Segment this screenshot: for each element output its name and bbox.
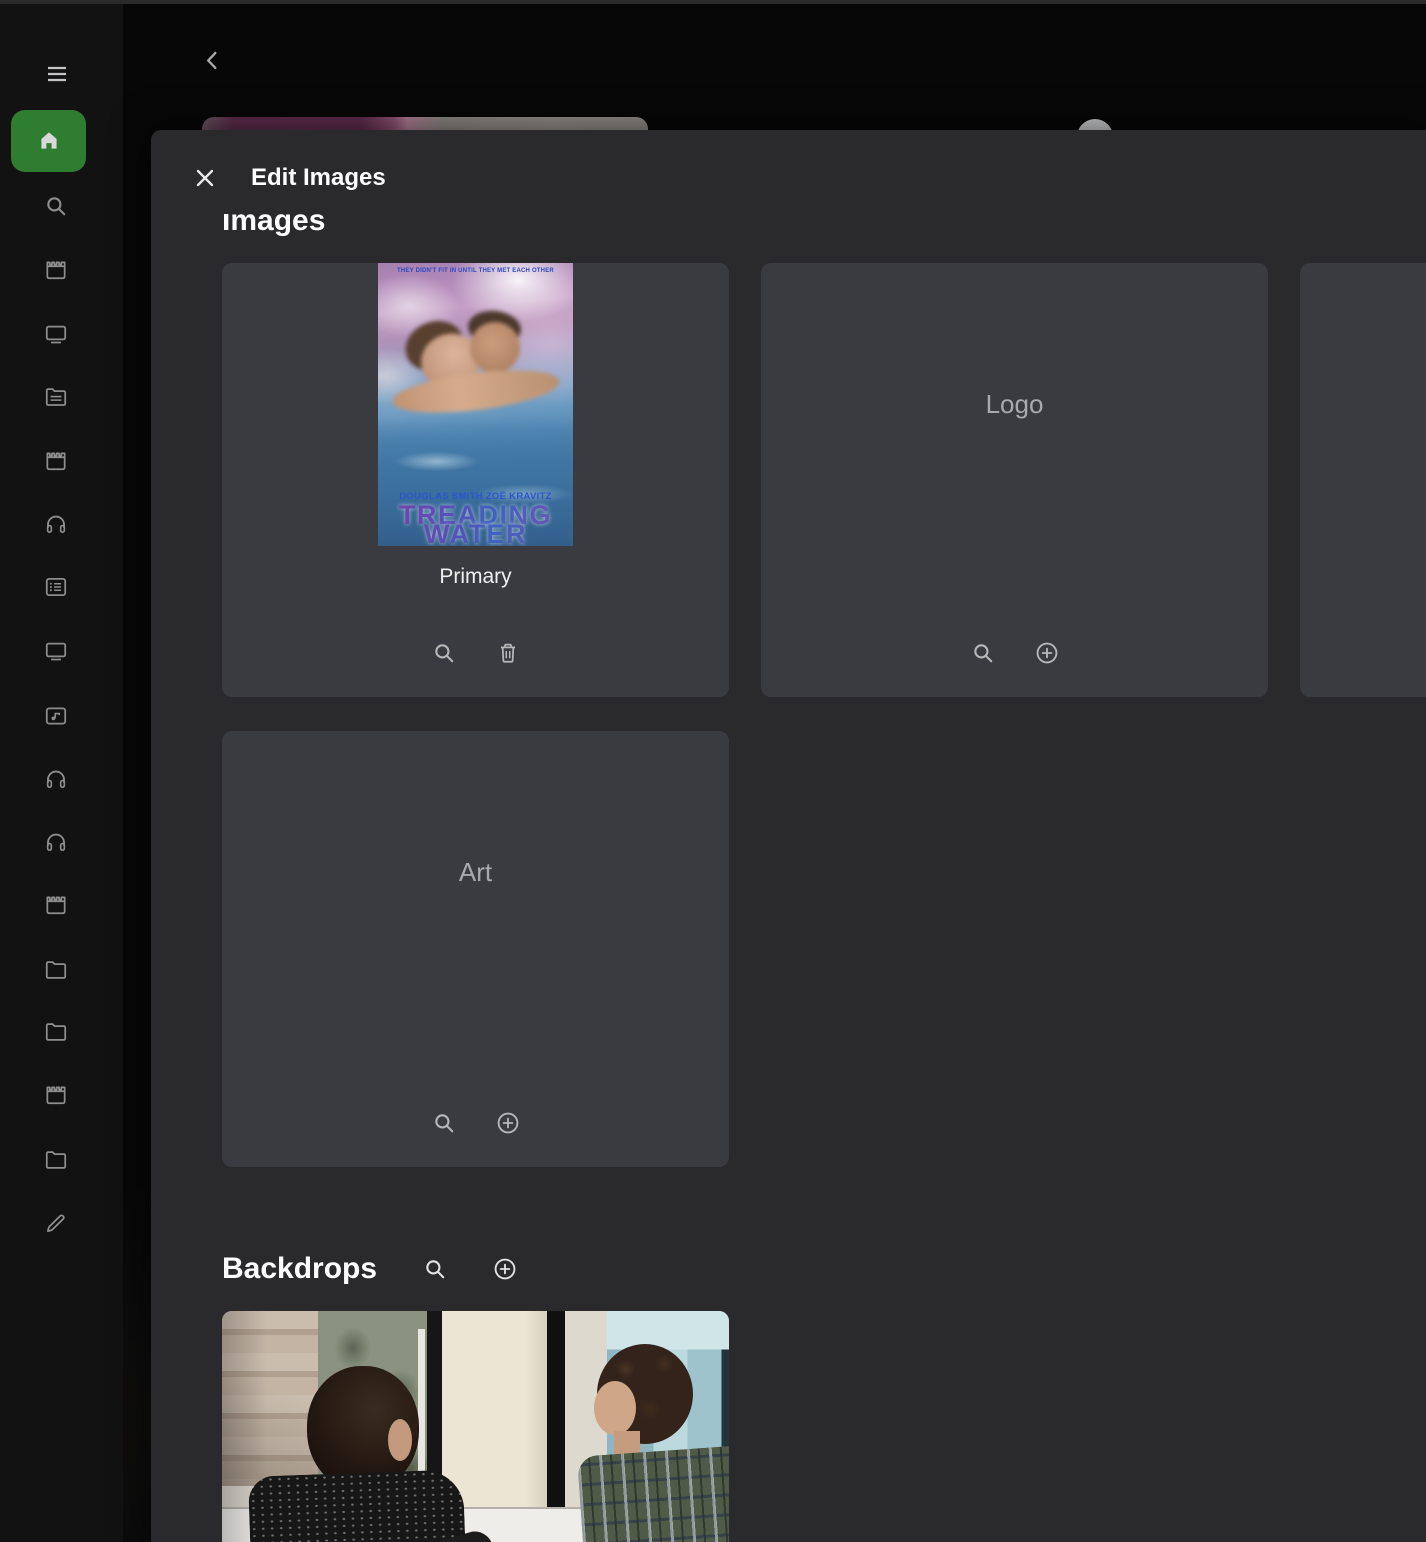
- search-icon: [431, 640, 457, 666]
- playlist-list-icon: [43, 574, 69, 600]
- search-icon: [422, 1256, 448, 1282]
- backdrop-image: [222, 1311, 729, 1542]
- close-icon: [193, 166, 217, 190]
- add-logo-image-button[interactable]: [1033, 639, 1061, 667]
- sidebar-item-tv-2[interactable]: [43, 638, 69, 664]
- primary-card-actions: [222, 639, 729, 667]
- sidebar-item-playlists[interactable]: [43, 574, 69, 600]
- headphones-icon: [43, 511, 69, 537]
- sidebar-item-folder-1[interactable]: [43, 957, 69, 983]
- sidebar-item-music-videos[interactable]: [43, 703, 69, 729]
- sidebar-item-metadata-editor[interactable]: [43, 1210, 69, 1236]
- plus-circle-icon: [495, 1110, 521, 1136]
- search-primary-image-button[interactable]: [430, 639, 458, 667]
- art-placeholder-label: Art: [222, 731, 729, 1014]
- dialog-title: Edit Images: [251, 164, 386, 192]
- sidebar-item-movies-3[interactable]: [43, 892, 69, 918]
- chevron-left-icon: [202, 44, 222, 76]
- plus-circle-icon: [1034, 640, 1060, 666]
- trash-icon: [495, 640, 521, 666]
- delete-primary-image-button[interactable]: [494, 639, 522, 667]
- sidebar-item-movies-4[interactable]: [43, 1082, 69, 1108]
- search-logo-image-button[interactable]: [969, 639, 997, 667]
- folder-icon: [43, 1019, 69, 1045]
- sidebar-item-home[interactable]: [11, 110, 86, 172]
- tv-monitor-icon: [43, 321, 69, 347]
- backdrop-art-shade: [222, 1311, 729, 1542]
- movies-clapper-icon: [43, 257, 69, 283]
- search-icon: [970, 640, 996, 666]
- sidebar-item-folder-2[interactable]: [43, 1019, 69, 1045]
- tv-monitor-icon: [43, 638, 69, 664]
- sidebar-item-movies-2[interactable]: [43, 448, 69, 474]
- background-backdrop-strip: [202, 117, 648, 130]
- menu-icon[interactable]: [44, 62, 70, 86]
- back-button[interactable]: [202, 44, 222, 76]
- search-backdrops-button[interactable]: [421, 1255, 449, 1283]
- poster-art-arms: [390, 363, 561, 420]
- add-backdrop-button[interactable]: [491, 1255, 519, 1283]
- search-icon: [43, 193, 69, 219]
- poster-tagline: THEY DIDN'T FIT IN UNTIL THEY MET EACH O…: [378, 268, 573, 274]
- sidebar-item-music-1[interactable]: [43, 511, 69, 537]
- pencil-icon: [43, 1210, 69, 1236]
- edit-images-dialog: Edit Images Images THEY DIDN'T FIT IN UN…: [151, 130, 1426, 1542]
- search-art-image-button[interactable]: [430, 1109, 458, 1137]
- sidebar-item-music-3[interactable]: [43, 829, 69, 855]
- folder-icon: [43, 1147, 69, 1173]
- art-card-actions: [222, 1109, 729, 1137]
- search-icon: [431, 1110, 457, 1136]
- image-card-art: Art: [222, 731, 729, 1167]
- add-art-image-button[interactable]: [494, 1109, 522, 1137]
- image-card-logo: Logo: [761, 263, 1268, 697]
- sidebar-item-music-2[interactable]: [43, 766, 69, 792]
- headphones-icon: [43, 766, 69, 792]
- sidebar-item-search[interactable]: [43, 193, 69, 219]
- poster-art-face-right: [470, 322, 521, 373]
- sidebar-item-collections[interactable]: [43, 384, 69, 410]
- sidebar: [0, 4, 123, 1542]
- sidebar-item-folder-3[interactable]: [43, 1147, 69, 1173]
- movies-clapper-icon: [43, 1082, 69, 1108]
- primary-poster-image: THEY DIDN'T FIT IN UNTIL THEY MET EACH O…: [378, 263, 573, 546]
- image-card-primary: THEY DIDN'T FIT IN UNTIL THEY MET EACH O…: [222, 263, 729, 697]
- collections-folder-icon: [43, 384, 69, 410]
- headphones-icon: [43, 829, 69, 855]
- music-video-icon: [43, 703, 69, 729]
- images-section-heading: Images: [222, 214, 542, 240]
- movies-clapper-icon: [43, 892, 69, 918]
- backdrops-header: Backdrops: [222, 1250, 519, 1287]
- folder-icon: [43, 957, 69, 983]
- home-icon: [36, 128, 62, 154]
- sidebar-item-movies-1[interactable]: [43, 257, 69, 283]
- images-heading-clip: Images: [222, 214, 542, 243]
- logo-placeholder-label: Logo: [761, 263, 1268, 546]
- screen: Edit Images Images THEY DIDN'T FIT IN UN…: [0, 0, 1426, 1542]
- backdrops-section-heading: Backdrops: [222, 1250, 377, 1287]
- image-card-partial: [1300, 263, 1426, 697]
- top-strip: [0, 0, 1426, 4]
- movies-clapper-icon: [43, 448, 69, 474]
- plus-circle-icon: [492, 1256, 518, 1282]
- sidebar-item-tv-1[interactable]: [43, 321, 69, 347]
- card-label-primary: Primary: [222, 565, 729, 589]
- poster-title-line2: WATER: [378, 524, 573, 545]
- close-button[interactable]: [191, 164, 219, 192]
- logo-card-actions: [761, 639, 1268, 667]
